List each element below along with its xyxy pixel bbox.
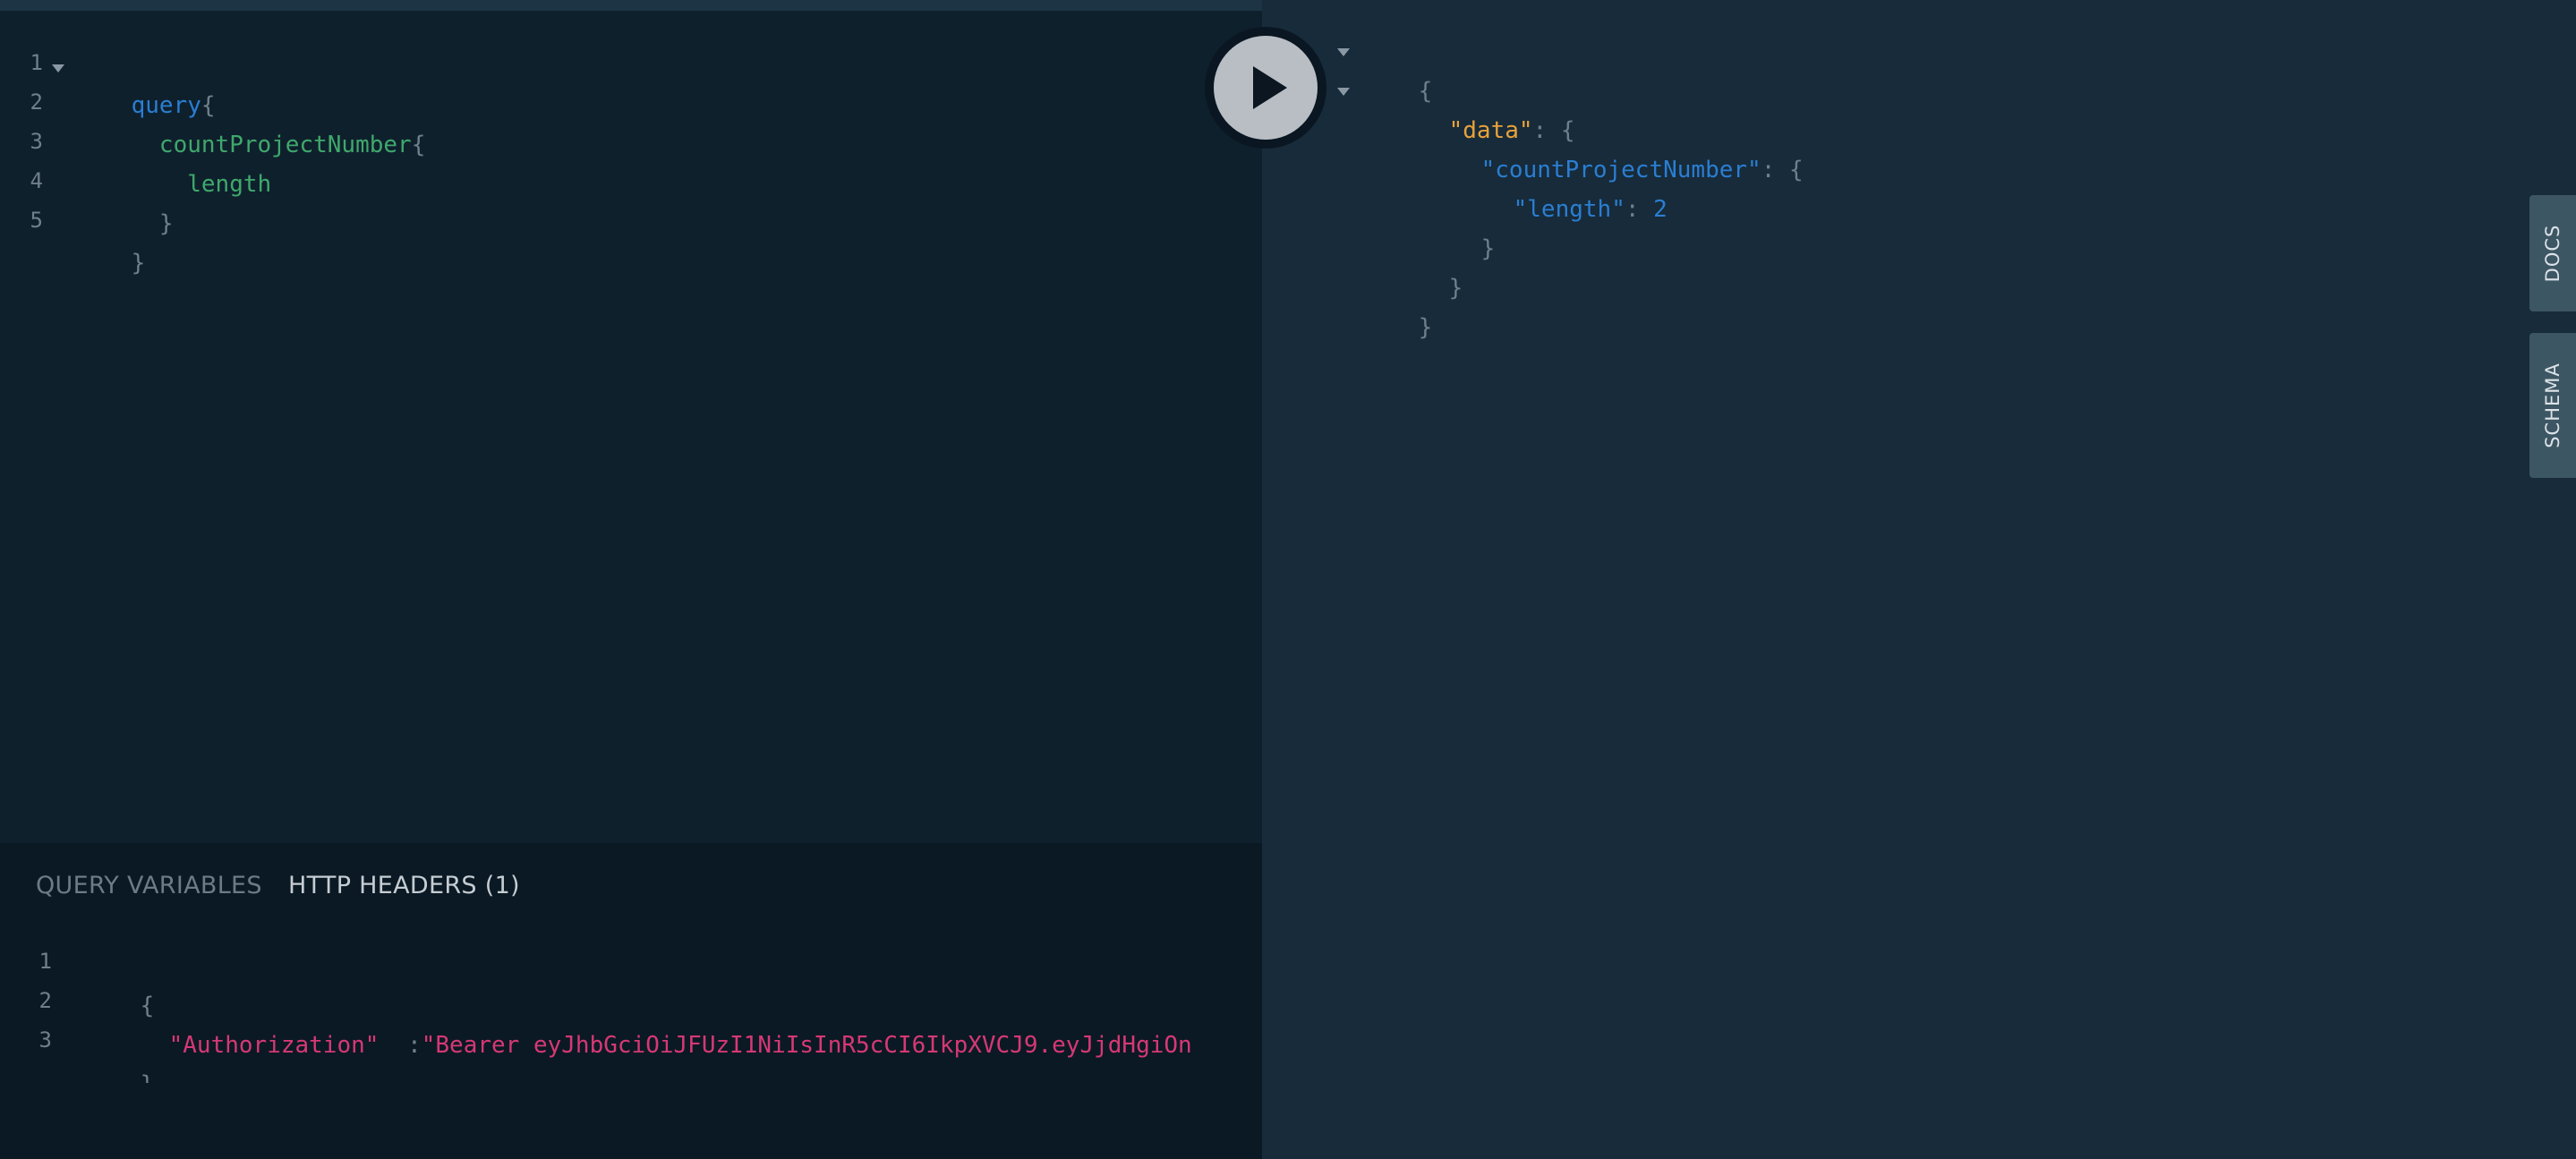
fold-arrow-icon[interactable]	[52, 64, 64, 72]
headers-editor[interactable]: 1 2 3 { "Authorization" :"Bearer eyJhbGc…	[0, 949, 1262, 1083]
fold-arrow-icon[interactable]	[1337, 88, 1350, 96]
result-line-3: "countProjectNumber": {	[1425, 111, 1804, 183]
code-line-4: }	[75, 165, 174, 237]
result-line-4: "length": 2	[1457, 150, 1668, 223]
line-number: 2	[30, 89, 43, 115]
query-editor[interactable]: 1 2 3 4 5 query{ countProjectNumber{ len…	[0, 11, 1262, 843]
header-line-3: }	[84, 1026, 155, 1083]
docs-tab[interactable]: DOCS	[2529, 195, 2576, 311]
brace: }	[131, 250, 146, 277]
header-key-authorization: "Authorization"	[168, 1032, 380, 1059]
play-icon	[1253, 66, 1287, 109]
result-panel: { "data": { "countProjectNumber": { "len…	[1262, 0, 2576, 1159]
colon: :	[1625, 196, 1654, 223]
line-number: 5	[30, 208, 43, 233]
execute-query-button[interactable]	[1214, 36, 1318, 140]
line-number: 3	[38, 1027, 52, 1052]
header-value-bearer-token: "Bearer eyJhbGciOiJFUzI1NiIsInR5cCI6IkpX…	[421, 1032, 1192, 1059]
line-number: 3	[30, 129, 43, 154]
code-line-5: }	[75, 204, 146, 277]
brace: }	[141, 1071, 155, 1083]
result-line-5: }	[1425, 190, 1496, 262]
colon-brace: : {	[1761, 157, 1804, 183]
docs-tab-label: DOCS	[2542, 224, 2563, 283]
header-line-1: {	[84, 949, 155, 1019]
result-line-2: "data": {	[1393, 72, 1575, 144]
line-number: 4	[30, 168, 43, 193]
code-line-3: length	[75, 125, 271, 198]
result-line-6: }	[1393, 229, 1463, 302]
colon: :	[393, 1032, 422, 1059]
result-line-1: {	[1362, 32, 1433, 105]
schema-tab-label: SCHEMA	[2542, 362, 2563, 448]
brace: {	[411, 132, 426, 158]
header-line-2: "Authorization" :"Bearer eyJhbGciOiJFUzI…	[84, 986, 1192, 1059]
result-key-length: "length"	[1513, 196, 1625, 223]
schema-tab[interactable]: SCHEMA	[2529, 333, 2576, 478]
code-line-2: countProjectNumber{	[75, 86, 425, 158]
brace: }	[1480, 235, 1496, 262]
tab-http-headers[interactable]: HTTP HEADERS (1)	[288, 868, 520, 904]
line-number: 1	[38, 949, 52, 974]
result-line-7: }	[1362, 268, 1433, 341]
line-number: 1	[30, 50, 43, 75]
line-number: 2	[38, 988, 52, 1013]
code-line-1: query{	[75, 47, 216, 119]
result-value-length: 2	[1653, 196, 1668, 223]
fold-arrow-icon[interactable]	[1337, 48, 1350, 56]
brace: }	[1418, 314, 1433, 341]
tab-query-variables[interactable]: QUERY VARIABLES	[36, 868, 262, 904]
brace: }	[1448, 275, 1463, 302]
